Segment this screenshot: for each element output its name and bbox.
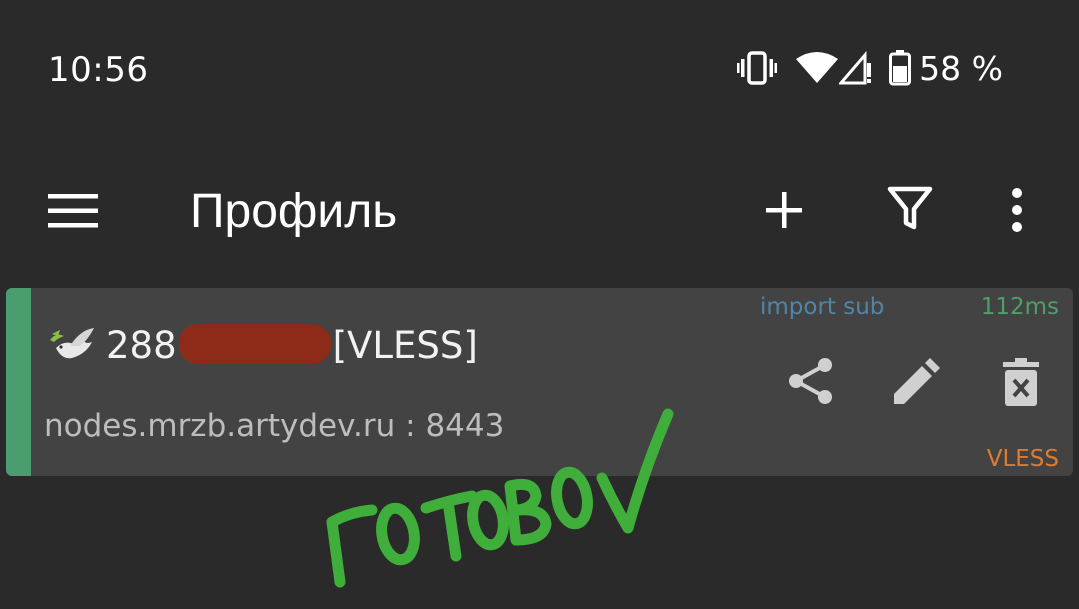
server-name-prefix: 288 — [106, 324, 177, 367]
latency-label: 112ms — [980, 294, 1059, 320]
dove-icon — [50, 328, 94, 359]
add-icon[interactable] — [764, 190, 804, 230]
server-name: 288 [VLESS] — [106, 324, 478, 367]
status-icons: 58 % — [737, 48, 1003, 88]
app-bar: Профиль — [0, 160, 1079, 260]
page-title: Профиль — [190, 185, 398, 238]
wifi-icon — [796, 52, 839, 83]
delete-icon[interactable] — [1002, 358, 1040, 406]
subscription-label: import sub — [760, 294, 885, 320]
server-name-suffix: [VLESS] — [332, 324, 478, 367]
cellular-no-signal-icon — [839, 51, 872, 85]
share-icon[interactable] — [786, 356, 836, 406]
menu-icon[interactable] — [48, 194, 98, 228]
status-time: 10:56 — [48, 50, 149, 90]
vibrate-icon — [737, 51, 778, 85]
protocol-label: VLESS — [986, 446, 1059, 472]
filter-icon[interactable] — [887, 185, 933, 231]
edit-icon[interactable] — [890, 358, 940, 408]
battery-percent: 58 % — [919, 48, 1003, 88]
selected-indicator — [6, 288, 31, 476]
redacted-region — [178, 324, 331, 364]
handwritten-done-annotation — [326, 408, 674, 588]
more-vert-icon[interactable] — [1010, 187, 1024, 233]
status-bar: 10:56 58 % — [0, 0, 1079, 140]
battery-icon — [889, 50, 912, 86]
